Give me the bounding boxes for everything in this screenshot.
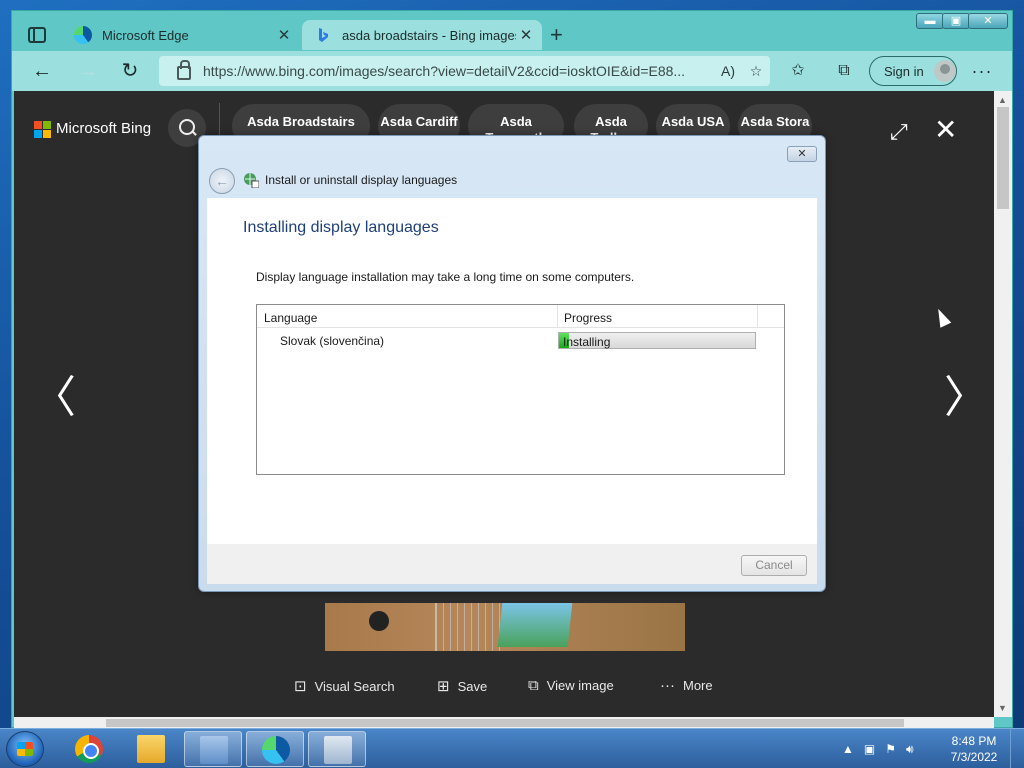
taskbar: ▲ ▣ ⚑ 🔊︎ 8:48 PM 7/3/2022 (0, 728, 1024, 768)
network-icon[interactable]: ▣ (864, 742, 875, 756)
dialog-description: Display language installation may take a… (256, 270, 635, 284)
progress-status: Installing (563, 335, 611, 349)
action-label: Visual Search (314, 678, 395, 694)
language-install-dialog: ✕ ← Install or uninstall display languag… (198, 135, 826, 592)
collections-icon[interactable]: ⧉ (832, 59, 856, 83)
expand-icon[interactable]: ⤢ (890, 119, 908, 145)
image-action-bar: ⊡ Visual Search ⊞ Save ⧉ View image ··· … (14, 677, 994, 707)
view-image-button[interactable]: ⧉ View image (528, 677, 614, 694)
back-button[interactable]: ← (30, 59, 54, 83)
bing-logo-text: Microsoft Bing (56, 120, 152, 137)
bing-icon (314, 26, 332, 44)
tab-bing-images[interactable]: asda broadstairs - Bing images ✕ (302, 20, 542, 50)
dialog-close-button[interactable]: ✕ (787, 146, 817, 162)
vertical-scrollbar[interactable]: ▲ ▼ (994, 91, 1012, 717)
chrome-icon (75, 735, 103, 763)
column-divider (557, 305, 558, 328)
minimize-button[interactable]: ▬ (916, 13, 944, 29)
cart-wheel (369, 611, 389, 631)
taskbar-control-panel[interactable] (184, 731, 242, 767)
language-list: Language Progress Slovak (slovenčina) In… (256, 304, 785, 475)
previous-image-arrow-icon[interactable]: 〈 (32, 361, 76, 425)
more-button[interactable]: ··· More (660, 677, 713, 694)
sign-in-label: Sign in (884, 63, 924, 79)
view-image-icon: ⧉ (528, 677, 539, 694)
read-aloud-icon[interactable]: A) (714, 63, 742, 79)
edge-icon (262, 736, 290, 764)
taskbar-language-installer[interactable] (308, 731, 366, 767)
browser-toolbar: ← → ↻ https://www.bing.com/images/search… (12, 51, 1012, 91)
folder-icon (137, 735, 165, 763)
tab-close-icon[interactable]: ✕ (274, 26, 294, 44)
forward-button[interactable]: → (76, 59, 100, 83)
scroll-up-arrow-icon[interactable]: ▲ (998, 95, 1007, 105)
dialog-body: Installing display languages Display lan… (207, 198, 817, 544)
action-center-icon[interactable]: ⚑ (885, 742, 896, 756)
bing-logo[interactable]: Microsoft Bing (34, 120, 152, 138)
url-text[interactable]: https://www.bing.com/images/search?view=… (203, 63, 714, 79)
clock[interactable]: 8:48 PM 7/3/2022 (946, 733, 1002, 765)
table-header: Language Progress (257, 305, 784, 328)
volume-icon[interactable]: 🔊︎ (906, 742, 914, 757)
tab-title: Microsoft Edge (102, 27, 189, 43)
scrollbar-thumb[interactable] (106, 719, 904, 727)
action-label: More (683, 678, 713, 693)
start-button[interactable] (6, 731, 44, 767)
add-favorite-icon[interactable]: ☆ (742, 63, 770, 80)
close-viewer-icon[interactable]: ✕ (934, 113, 957, 146)
dialog-title: Install or uninstall display languages (265, 173, 458, 187)
language-name: Slovak (slovenčina) (280, 334, 385, 348)
microsoft-logo-icon (34, 120, 51, 138)
control-panel-icon (200, 736, 228, 764)
save-icon: ⊞ (437, 678, 450, 695)
show-hidden-icons-icon[interactable]: ▲ (842, 742, 854, 756)
cart-wire (435, 603, 505, 651)
action-label: View image (546, 678, 614, 693)
edge-icon (74, 26, 92, 44)
tab-actions-icon[interactable] (28, 27, 46, 43)
clock-date: 7/3/2022 (950, 750, 998, 764)
taskbar-chrome[interactable] (60, 731, 118, 767)
favorites-icon[interactable]: ✩ (786, 59, 810, 83)
back-arrow-icon[interactable]: ← (209, 168, 235, 194)
new-tab-button[interactable]: + (550, 24, 563, 46)
table-row[interactable]: Slovak (slovenčina) Installing (257, 329, 784, 351)
close-window-button[interactable]: ✕ (968, 13, 1008, 29)
progress-bar: Installing (558, 332, 756, 349)
tab-microsoft-edge[interactable]: Microsoft Edge ✕ (62, 20, 300, 50)
lock-icon[interactable] (177, 60, 191, 80)
dialog-heading: Installing display languages (243, 219, 439, 236)
cancel-button[interactable]: Cancel (741, 555, 807, 576)
scrollbar-thumb[interactable] (997, 107, 1009, 209)
save-button[interactable]: ⊞ Save (437, 677, 487, 695)
clock-time: 8:48 PM (951, 734, 997, 748)
tab-title: asda broadstairs - Bing images (342, 27, 516, 43)
scroll-down-arrow-icon[interactable]: ▼ (998, 703, 1007, 713)
next-image-arrow-icon[interactable]: 〉 (944, 361, 988, 425)
visual-search-button[interactable]: ⊡ Visual Search (294, 677, 395, 695)
taskbar-edge[interactable] (246, 731, 304, 767)
action-label: Save (457, 678, 488, 694)
language-globe-icon (243, 172, 260, 189)
address-bar[interactable]: https://www.bing.com/images/search?view=… (159, 56, 770, 86)
maximize-button[interactable]: ▣ (942, 13, 970, 29)
column-header-progress[interactable]: Progress (564, 311, 612, 325)
system-tray: ▲ ▣ ⚑ 🔊︎ (842, 729, 924, 768)
sign-in-button[interactable]: Sign in (869, 56, 957, 86)
reload-button[interactable]: ↻ (118, 59, 142, 83)
column-divider (757, 305, 758, 328)
settings-menu-button[interactable]: ··· (970, 59, 994, 83)
more-icon: ··· (660, 677, 675, 694)
show-desktop-button[interactable] (1010, 729, 1024, 768)
dialog-footer: Cancel (207, 544, 817, 584)
product-box (497, 603, 573, 647)
avatar (933, 60, 956, 82)
tab-close-icon[interactable]: ✕ (516, 26, 536, 44)
image-preview[interactable] (325, 603, 685, 651)
column-header-language[interactable]: Language (264, 311, 317, 325)
taskbar-file-explorer[interactable] (122, 731, 180, 767)
language-installer-icon (324, 736, 352, 764)
browser-titlebar: Microsoft Edge ✕ asda broadstairs - Bing… (12, 11, 1012, 50)
visual-search-icon: ⊡ (294, 678, 307, 695)
